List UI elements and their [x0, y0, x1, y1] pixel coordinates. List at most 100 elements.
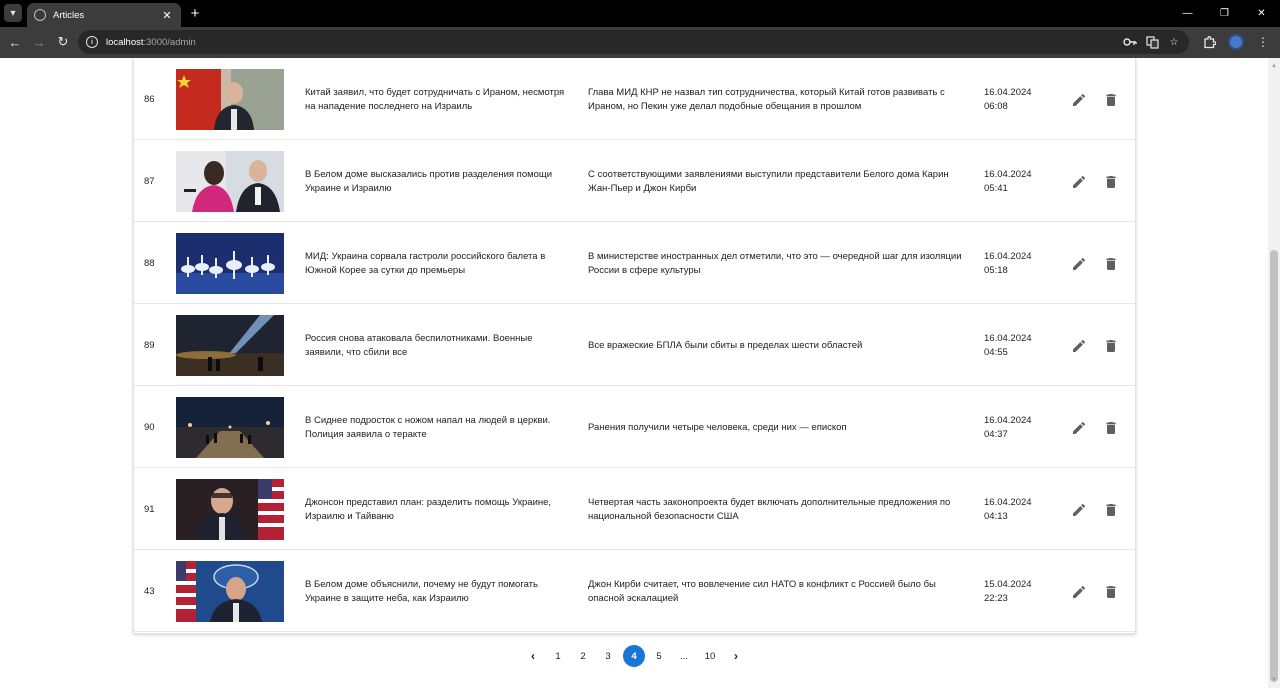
article-date-time: 06:08 — [984, 100, 1008, 112]
article-date-day: 16.04.2024 — [984, 415, 1032, 426]
site-info-icon[interactable]: i — [86, 36, 98, 48]
article-date: 16.04.2024 05:18 — [984, 250, 1044, 277]
article-date-day: 16.04.2024 — [984, 169, 1032, 180]
reload-icon[interactable]: ↻ — [54, 33, 72, 51]
page-button[interactable]: 5 — [648, 645, 670, 667]
chevron-left-icon[interactable]: ‹ — [522, 645, 544, 667]
article-id: 88 — [144, 258, 155, 269]
page-button[interactable]: 4 — [623, 645, 645, 667]
tab-articles[interactable]: Articles ✕ — [27, 3, 181, 27]
pencil-icon[interactable] — [1071, 174, 1087, 190]
key-icon[interactable] — [1123, 34, 1137, 50]
window-close-icon[interactable]: ✕ — [1243, 0, 1280, 27]
translate-icon[interactable] — [1145, 34, 1159, 50]
article-title: Россия снова атаковала беспилотниками. В… — [305, 333, 533, 358]
table-row: 43 В Белом доме объяснили, почему не буду… — [134, 550, 1135, 632]
globe-icon — [34, 9, 46, 21]
menu-more-icon[interactable]: ⋮ — [1254, 33, 1272, 51]
trash-icon[interactable] — [1103, 502, 1119, 518]
article-description: Джон Кирби считает, что вовлечение сил Н… — [588, 579, 936, 604]
page-button[interactable]: 1 — [547, 645, 569, 667]
tab-title: Articles — [53, 9, 85, 21]
trash-icon[interactable] — [1103, 92, 1119, 108]
table-row: 90 В Сиднее подросток с ножом напал на лю… — [134, 386, 1135, 468]
article-thumbnail — [176, 233, 284, 294]
url-path: :3000/admin — [143, 36, 196, 48]
page-scrollbar[interactable]: ▲ ▼ — [1268, 58, 1280, 688]
article-date: 16.04.2024 04:37 — [984, 414, 1044, 441]
article-date-day: 16.04.2024 — [984, 333, 1032, 344]
article-id: 89 — [144, 340, 155, 351]
article-thumbnail — [176, 151, 284, 212]
pagination-ellipsis: ... — [680, 650, 688, 662]
pencil-icon[interactable] — [1071, 584, 1087, 600]
article-id: 90 — [144, 422, 155, 433]
browser-toolbar: ← → ↻ i localhost:3000/admin ☆ ⋮ — [0, 27, 1280, 58]
article-title: В Белом доме высказались против разделен… — [305, 169, 553, 194]
article-description: Четвертая часть законопроекта будет вклю… — [588, 497, 951, 522]
forward-arrow-icon[interactable]: → — [30, 33, 48, 51]
article-description: В министерстве иностранных дел отметили,… — [588, 251, 962, 276]
page-button[interactable]: 10 — [699, 645, 721, 667]
article-id: 91 — [144, 504, 155, 515]
pencil-icon[interactable] — [1071, 92, 1087, 108]
new-tab-plus-icon[interactable]: + — [188, 3, 202, 23]
article-description: Ранения получили четыре человека, среди … — [588, 422, 847, 433]
back-arrow-icon[interactable]: ← — [6, 33, 24, 51]
profile-avatar[interactable] — [1228, 34, 1244, 50]
trash-icon[interactable] — [1103, 174, 1119, 190]
page-button[interactable]: 3 — [597, 645, 619, 667]
extensions-puzzle-icon[interactable] — [1200, 33, 1218, 51]
articles-table: 86 Китай заявил, что будет сотрудничать с… — [133, 58, 1136, 634]
article-date-time: 04:55 — [984, 346, 1008, 358]
tab-search-chevron-down-icon[interactable]: ▾ — [4, 4, 22, 22]
trash-icon[interactable] — [1103, 256, 1119, 272]
article-date-day: 15.04.2024 — [984, 579, 1032, 590]
article-date-time: 05:18 — [984, 264, 1008, 276]
article-id: 43 — [144, 586, 155, 597]
pencil-icon[interactable] — [1071, 502, 1087, 518]
article-date-time: 04:37 — [984, 428, 1008, 440]
close-icon[interactable]: ✕ — [160, 9, 174, 22]
table-row: 86 Китай заявил, что будет сотрудничать с… — [134, 58, 1135, 140]
table-row: 88 МИД: Украина сорвала гастроли российск… — [134, 222, 1135, 304]
trash-icon[interactable] — [1103, 338, 1119, 354]
scroll-down-icon[interactable]: ▼ — [1268, 674, 1280, 686]
page-viewport: 86 Китай заявил, что будет сотрудничать с… — [0, 58, 1268, 688]
pencil-icon[interactable] — [1071, 256, 1087, 272]
article-title: В Белом доме объяснили, почему не будут … — [305, 579, 538, 604]
address-bar[interactable]: i localhost:3000/admin ☆ — [78, 30, 1189, 54]
chevron-right-icon[interactable]: › — [725, 645, 747, 667]
article-title: Китай заявил, что будет сотрудничать с И… — [305, 87, 565, 112]
table-row: 87 В Белом доме высказались против раздел… — [134, 140, 1135, 222]
article-date: 16.04.2024 05:41 — [984, 168, 1044, 195]
restore-icon[interactable]: ❐ — [1206, 0, 1243, 27]
article-date-day: 16.04.2024 — [984, 497, 1032, 508]
minimize-icon[interactable]: — — [1169, 0, 1206, 27]
scroll-up-icon[interactable]: ▲ — [1268, 60, 1280, 72]
article-thumbnail — [176, 315, 284, 376]
scrollbar-thumb[interactable] — [1270, 250, 1278, 682]
article-thumbnail — [176, 479, 284, 540]
browser-tab-bar: ▾ Articles ✕ + — ❐ ✕ — [0, 0, 1280, 27]
article-date: 16.04.2024 04:13 — [984, 496, 1044, 523]
page-button[interactable]: 2 — [572, 645, 594, 667]
trash-icon[interactable] — [1103, 584, 1119, 600]
article-id: 86 — [144, 94, 155, 105]
table-row: 89 Россия снова атаковала беспилотниками.… — [134, 304, 1135, 386]
article-date-day: 16.04.2024 — [984, 251, 1032, 262]
bookmark-star-icon[interactable]: ☆ — [1167, 34, 1181, 50]
article-date-time: 22:23 — [984, 592, 1008, 604]
table-row: 91 Джонсон представил план: разделить пом… — [134, 468, 1135, 550]
article-date-day: 16.04.2024 — [984, 87, 1032, 98]
trash-icon[interactable] — [1103, 420, 1119, 436]
article-description: Все вражеские БПЛА были сбиты в пределах… — [588, 340, 863, 351]
pencil-icon[interactable] — [1071, 338, 1087, 354]
article-title: В Сиднее подросток с ножом напал на люде… — [305, 415, 551, 440]
article-thumbnail — [176, 69, 284, 130]
article-id: 87 — [144, 176, 155, 187]
article-date: 16.04.2024 06:08 — [984, 86, 1044, 113]
article-thumbnail — [176, 397, 284, 458]
window-controls: — ❐ ✕ — [1169, 0, 1280, 27]
pencil-icon[interactable] — [1071, 420, 1087, 436]
